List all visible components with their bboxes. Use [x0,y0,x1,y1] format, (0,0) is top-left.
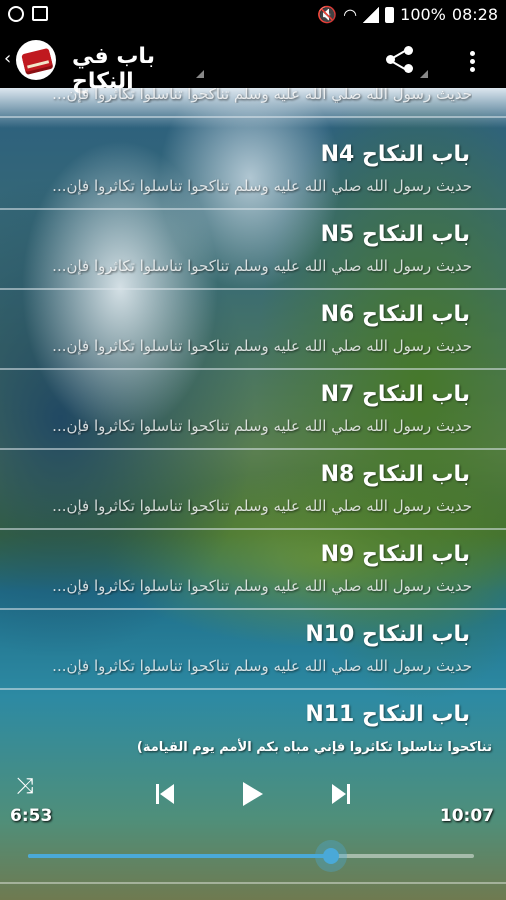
title-spinner-indicator [196,70,204,78]
list-item[interactable]: باب النكاح N9 حديث رسول الله صلي الله عل… [0,530,506,610]
list-item[interactable]: باب النكاح N7 حديث رسول الله صلي الله عل… [0,370,506,450]
current-time: 6:53 [10,806,53,826]
signal-icon [363,6,380,23]
app-toolbar: ‹ باب في النكاح [0,32,506,94]
share-spinner-indicator [420,70,428,78]
item-subtitle: حديث رسول الله صلي الله عليه وسلم تناكحو… [52,497,472,515]
battery-icon [385,6,395,23]
book-icon [21,47,53,73]
item-divider [0,116,506,118]
item-subtitle: حديث رسول الله صلي الله عليه وسلم تناكحو… [52,417,472,435]
back-chevron-icon[interactable]: ‹ [4,48,11,69]
list-item[interactable]: باب النكاح N8 حديث رسول الله صلي الله عل… [0,450,506,530]
play-button[interactable] [243,782,263,806]
whatsapp-icon [8,6,24,22]
item-title: باب النكاح N8 [320,462,470,487]
overflow-menu-icon[interactable] [462,48,482,74]
bottom-divider [0,882,506,884]
wifi-icon: ◠ [343,5,358,24]
item-title: باب النكاح N5 [320,222,470,247]
battery-percent: 100% [400,5,446,24]
item-title: باب النكاح N10 [305,622,470,647]
item-title: باب النكاح N4 [320,142,470,167]
shuffle-icon[interactable]: ⤨ [16,774,34,799]
page-title: باب في النكاح [72,44,155,94]
item-title: باب النكاح N11 [305,702,470,727]
seek-progress [28,854,332,858]
item-title: باب النكاح N9 [320,542,470,567]
item-subtitle: حديث رسول الله صلي الله عليه وسلم تناكحو… [52,88,472,103]
mute-icon: 🔇 [317,5,338,24]
list-item[interactable]: باب النكاح N11 [0,690,506,740]
app-logo[interactable] [16,40,56,80]
next-track-button[interactable] [330,784,350,804]
item-title: باب النكاح N7 [320,382,470,407]
audio-player: تناكحوا تناسلوا تكاثروا فإني مباه بكم ال… [0,740,506,900]
track-list: حديث رسول الله صلي الله عليه وسلم تناكحو… [0,88,506,740]
share-icon[interactable] [386,46,416,74]
list-item[interactable]: باب النكاح N6 حديث رسول الله صلي الله عل… [0,290,506,370]
now-playing-text: تناكحوا تناسلوا تكاثروا فإني مباه بكم ال… [136,740,492,755]
clock: 08:28 [451,5,498,24]
list-item[interactable]: حديث رسول الله صلي الله عليه وسلم تناكحو… [0,88,506,118]
image-notification-icon [32,6,48,21]
list-item[interactable]: باب النكاح N5 حديث رسول الله صلي الله عل… [0,210,506,290]
item-subtitle: حديث رسول الله صلي الله عليه وسلم تناكحو… [52,177,472,195]
item-subtitle: حديث رسول الله صلي الله عليه وسلم تناكحو… [52,337,472,355]
status-bar: 🔇 ◠ 100% 08:28 [0,0,506,32]
duration-time: 10:07 [439,806,494,826]
list-item[interactable]: باب النكاح N4 حديث رسول الله صلي الله عل… [0,130,506,210]
previous-track-button[interactable] [156,784,176,804]
item-subtitle: حديث رسول الله صلي الله عليه وسلم تناكحو… [52,257,472,275]
item-subtitle: حديث رسول الله صلي الله عليه وسلم تناكحو… [52,577,472,595]
seek-thumb[interactable] [315,840,348,872]
list-item[interactable]: باب النكاح N10 حديث رسول الله صلي الله ع… [0,610,506,690]
item-subtitle: حديث رسول الله صلي الله عليه وسلم تناكحو… [52,657,472,675]
seek-bar[interactable] [28,840,474,872]
item-title: باب النكاح N6 [320,302,470,327]
